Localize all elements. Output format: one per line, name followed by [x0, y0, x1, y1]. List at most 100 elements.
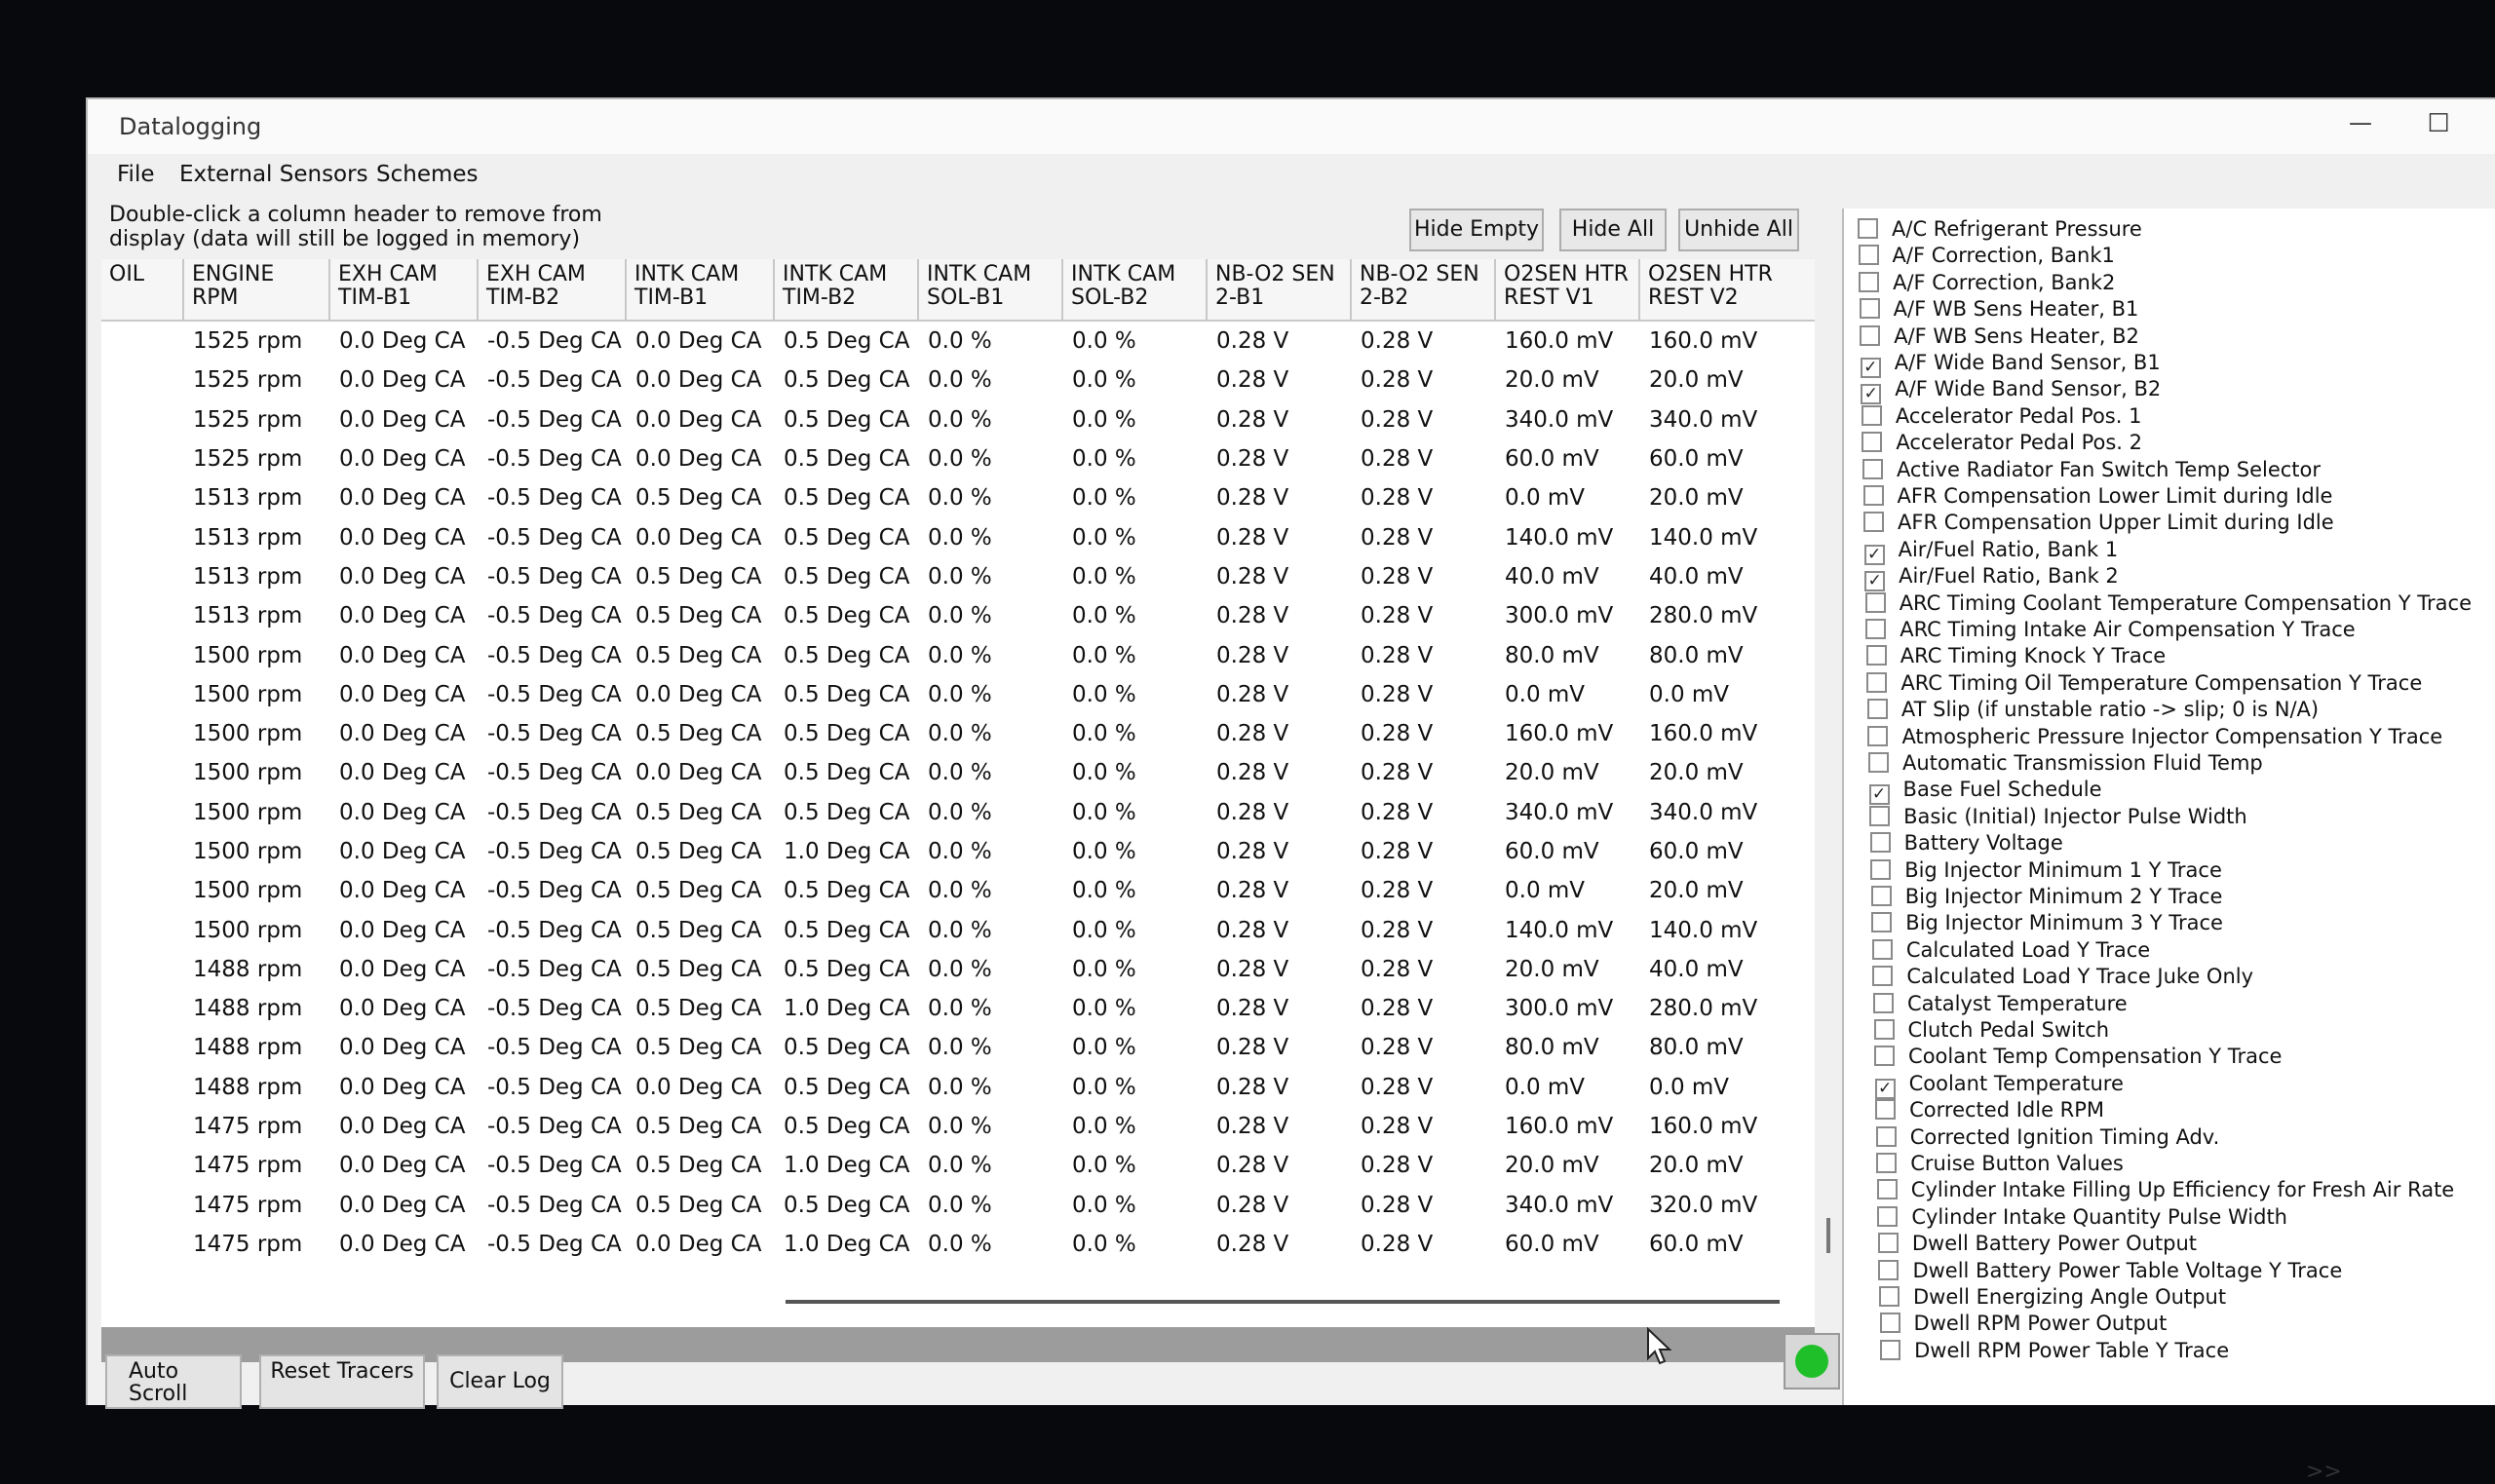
- column-header[interactable]: EXH CAM TIM-B2: [478, 259, 627, 322]
- checkbox-icon[interactable]: [1877, 1233, 1899, 1254]
- sensor-item[interactable]: A/F Correction, Bank1: [1858, 243, 2115, 269]
- sensor-item[interactable]: ✓ A/F Wide Band Sensor, B1: [1860, 350, 2161, 378]
- sensor-item[interactable]: ✓ Air/Fuel Ratio, Bank 2: [1864, 563, 2119, 592]
- column-header[interactable]: NB-O2 SEN 2-B1: [1207, 259, 1352, 322]
- menu-external-sensors[interactable]: External Sensors: [179, 162, 368, 187]
- sensor-list-panel[interactable]: A/C Refrigerant Pressure A/F Correction, …: [1842, 209, 2495, 1405]
- column-header[interactable]: INTK CAM SOL-B2: [1062, 259, 1208, 322]
- sensor-item[interactable]: ARC Timing Oil Temperature Compensation …: [1866, 670, 2422, 697]
- checkbox-icon[interactable]: [1868, 752, 1889, 773]
- datalog-grid[interactable]: OIL ENGINE RPM EXH CAM TIM-B1 EXH CAM TIM-B…: [101, 259, 1815, 1362]
- sensor-item[interactable]: Basic (Initial) Injector Pulse Width: [1869, 804, 2247, 830]
- expand-more-icon[interactable]: >>: [2306, 1460, 2342, 1484]
- sensor-item[interactable]: A/C Refrigerant Pressure: [1858, 216, 2142, 243]
- sensor-item[interactable]: ARC Timing Knock Y Trace: [1865, 643, 2166, 669]
- checkbox-icon[interactable]: [1872, 992, 1894, 1013]
- sensor-item[interactable]: Dwell Battery Power Table Voltage Y Trac…: [1878, 1258, 2342, 1284]
- sensor-item[interactable]: Atmospheric Pressure Injector Compensati…: [1867, 724, 2442, 750]
- sensor-item[interactable]: Dwell RPM Power Output: [1879, 1311, 2167, 1337]
- checkbox-icon[interactable]: [1863, 512, 1885, 533]
- sensor-item[interactable]: Calculated Load Y Trace: [1871, 937, 2150, 964]
- sensor-item[interactable]: Dwell Battery Power Output: [1877, 1231, 2197, 1257]
- checkbox-icon[interactable]: [1859, 271, 1880, 292]
- checkbox-icon[interactable]: [1879, 1286, 1900, 1307]
- column-header[interactable]: INTK CAM TIM-B1: [626, 259, 775, 322]
- sensor-item[interactable]: Calculated Load Y Trace Juke Only: [1872, 964, 2253, 990]
- checkbox-icon[interactable]: [1861, 404, 1882, 426]
- checkbox-icon[interactable]: [1870, 886, 1892, 906]
- checkbox-checked-icon[interactable]: ✓: [1861, 384, 1882, 405]
- sensor-item[interactable]: ✓ Coolant Temperature: [1874, 1071, 2124, 1099]
- sensor-item[interactable]: Dwell Energizing Angle Output: [1879, 1284, 2226, 1311]
- checkbox-icon[interactable]: [1870, 858, 1892, 880]
- sensor-item[interactable]: Dwell RPM Power Table Y Trace: [1880, 1338, 2229, 1364]
- column-header[interactable]: ENGINE RPM: [183, 259, 330, 322]
- sensor-item[interactable]: Battery Voltage: [1869, 830, 2063, 856]
- checkbox-icon[interactable]: [1874, 1046, 1896, 1067]
- column-header[interactable]: INTK CAM TIM-B2: [774, 259, 919, 322]
- sensor-item[interactable]: ARC Timing Coolant Temperature Compensat…: [1864, 590, 2472, 617]
- sensor-item[interactable]: Coolant Temp Compensation Y Trace: [1874, 1044, 2282, 1070]
- checkbox-icon[interactable]: [1865, 619, 1887, 639]
- checkbox-icon[interactable]: [1862, 432, 1883, 453]
- menu-schemes[interactable]: Schemes: [376, 162, 479, 187]
- checkbox-icon[interactable]: [1859, 298, 1880, 320]
- checkbox-icon[interactable]: [1879, 1313, 1900, 1334]
- checkbox-checked-icon[interactable]: ✓: [1864, 571, 1886, 592]
- hide-empty-button[interactable]: Hide Empty: [1409, 209, 1544, 251]
- column-header[interactable]: O2SEN HTR REST V2: [1639, 259, 1815, 322]
- column-header[interactable]: INTK CAM SOL-B1: [918, 259, 1063, 322]
- sensor-item[interactable]: Accelerator Pedal Pos. 2: [1862, 430, 2142, 456]
- checkbox-icon[interactable]: [1860, 324, 1881, 346]
- checkbox-icon[interactable]: [1869, 832, 1891, 854]
- checkbox-icon[interactable]: [1867, 725, 1889, 746]
- sensor-item[interactable]: Big Injector Minimum 3 Y Trace: [1871, 910, 2223, 936]
- sensor-item[interactable]: Corrected Ignition Timing Adv.: [1875, 1124, 2219, 1151]
- checkbox-icon[interactable]: [1876, 1179, 1898, 1200]
- sensor-item[interactable]: Accelerator Pedal Pos. 1: [1861, 403, 2141, 430]
- sensor-item[interactable]: AFR Compensation Lower Limit during Idle: [1862, 483, 2332, 510]
- checkbox-checked-icon[interactable]: ✓: [1863, 544, 1885, 565]
- column-header[interactable]: NB-O2 SEN 2-B2: [1351, 259, 1496, 322]
- sensor-item[interactable]: A/F Correction, Bank2: [1859, 270, 2115, 296]
- checkbox-icon[interactable]: [1875, 1125, 1897, 1147]
- vertical-scrollbar-thumb[interactable]: [1826, 1218, 1830, 1253]
- sensor-item[interactable]: Active Radiator Fan Switch Temp Selector: [1862, 457, 2321, 483]
- sensor-item[interactable]: ✓ Air/Fuel Ratio, Bank 1: [1863, 537, 2118, 565]
- sensor-item[interactable]: A/F WB Sens Heater, B2: [1860, 323, 2139, 350]
- unhide-all-button[interactable]: Unhide All: [1678, 209, 1799, 251]
- checkbox-icon[interactable]: [1862, 485, 1884, 506]
- checkbox-checked-icon[interactable]: ✓: [1874, 1078, 1896, 1099]
- checkbox-icon[interactable]: [1871, 912, 1893, 933]
- checkbox-icon[interactable]: [1878, 1259, 1900, 1280]
- hide-all-button[interactable]: Hide All: [1559, 209, 1667, 251]
- sensor-item[interactable]: Cylinder Intake Filling Up Efficiency fo…: [1876, 1177, 2454, 1203]
- sensor-item[interactable]: ✓ Base Fuel Schedule: [1868, 777, 2102, 806]
- checkbox-icon[interactable]: [1866, 699, 1888, 720]
- checkbox-icon[interactable]: [1864, 591, 1886, 613]
- checkbox-checked-icon[interactable]: ✓: [1868, 784, 1890, 806]
- sensor-item[interactable]: Cruise Button Values: [1876, 1151, 2124, 1177]
- checkbox-icon[interactable]: [1877, 1205, 1899, 1227]
- checkbox-icon[interactable]: [1858, 245, 1879, 266]
- checkbox-icon[interactable]: [1865, 645, 1887, 666]
- sensor-item[interactable]: AFR Compensation Upper Limit during Idle: [1863, 510, 2334, 536]
- checkbox-icon[interactable]: [1866, 671, 1888, 693]
- column-header[interactable]: OIL: [101, 259, 184, 322]
- checkbox-icon[interactable]: [1858, 218, 1878, 239]
- sensor-item[interactable]: Big Injector Minimum 1 Y Trace: [1870, 857, 2222, 884]
- checkbox-icon[interactable]: [1873, 1019, 1895, 1040]
- auto-scroll-button[interactable]: Auto Scroll: [105, 1354, 242, 1409]
- column-header[interactable]: O2SEN HTR REST V1: [1495, 259, 1640, 322]
- checkbox-icon[interactable]: [1862, 458, 1883, 479]
- sensor-item[interactable]: Clutch Pedal Switch: [1873, 1017, 2109, 1044]
- sensor-item[interactable]: AT Slip (if unstable ratio -> slip; 0 is…: [1866, 697, 2319, 723]
- minimize-icon[interactable]: —: [2341, 109, 2380, 142]
- sensor-item[interactable]: Catalyst Temperature: [1872, 991, 2128, 1017]
- checkbox-icon[interactable]: [1872, 966, 1894, 987]
- menu-file[interactable]: File: [117, 162, 155, 187]
- checkbox-icon[interactable]: [1876, 1153, 1898, 1173]
- sensor-item[interactable]: Cylinder Intake Quantity Pulse Width: [1877, 1204, 2287, 1231]
- checkbox-icon[interactable]: [1880, 1339, 1901, 1360]
- checkbox-icon[interactable]: [1869, 805, 1891, 826]
